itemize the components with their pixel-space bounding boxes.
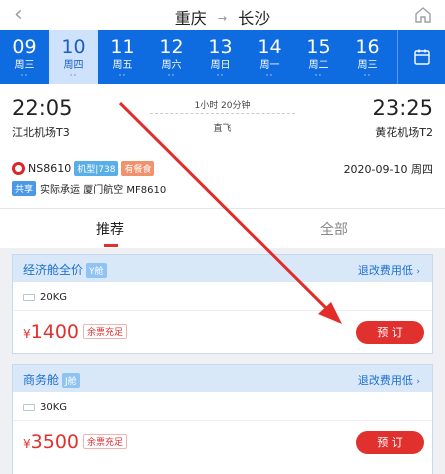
date-item-3[interactable]: 12 周六 ·· [147, 30, 196, 84]
date-dots: ·· [314, 71, 323, 81]
flight-date: 2020-09-10 周四 [343, 163, 433, 176]
date-day: 12 [159, 36, 184, 58]
baggage-info: 30KG [23, 402, 67, 413]
fare-tabs: 推荐 全部 [0, 208, 445, 248]
chevron-right-icon: › [416, 267, 420, 277]
fare-price: ¥3500 余票充足 [23, 431, 128, 453]
meal-tag: 有餐食 [121, 161, 155, 176]
baggage-allowance: 30KG [40, 402, 68, 413]
divider [13, 420, 432, 421]
date-day: 10 [61, 36, 86, 58]
date-dots: ·· [69, 71, 78, 81]
date-dots: ·· [20, 71, 29, 81]
book-button[interactable]: 预 订 [356, 321, 424, 344]
date-day: 14 [257, 36, 282, 58]
stock-badge: 余票充足 [83, 434, 128, 449]
route-line [150, 113, 295, 114]
airline-logo-icon [12, 162, 25, 175]
date-dots: ·· [363, 71, 372, 81]
baggage-icon [23, 404, 35, 411]
refund-rules-link[interactable]: 退改费用低 › [358, 262, 420, 278]
refund-rules-label: 退改费用低 [357, 264, 413, 277]
refund-rules-label: 退改费用低 [357, 374, 413, 387]
fare-card-header: 经济舱全价 Y舱 退改费用低 › [13, 255, 432, 282]
destination-city: 长沙 [238, 9, 271, 28]
fare-card-header: 商务舱 J舱 退改费用低 › [13, 365, 432, 392]
refund-rules-link[interactable]: 退改费用低 › [358, 372, 420, 388]
codeshare-text: 实际承运 厦门航空 MF8610 [40, 185, 167, 196]
cabin-label: 商务舱 [23, 373, 60, 387]
baggage-allowance: 20KG [40, 292, 68, 303]
date-item-7[interactable]: 16 周三 ·· [343, 30, 392, 84]
origin-city: 重庆 [174, 9, 207, 28]
date-day: 15 [306, 36, 331, 58]
fare-price: ¥1400 余票充足 [23, 321, 128, 343]
fare-card-business: 商务舱 J舱 退改费用低 › 30KG ¥3500 余票充足 预 订 [12, 364, 433, 474]
aircraft-tag: 机型|738 [74, 161, 119, 176]
price-value: 3500 [30, 431, 79, 453]
tab-all[interactable]: 全部 [320, 219, 348, 239]
currency-symbol: ¥ [23, 327, 31, 341]
codeshare-row: 共享 实际承运 厦门航空 MF8610 [12, 181, 166, 196]
date-strip: 09 周三 ·· 10 周四 ·· 11 周五 ·· 12 周六 ·· 13 周日 ·· 14 周一 ·… [0, 30, 445, 84]
cabin-label: 经济舱全价 [23, 263, 84, 277]
currency-symbol: ¥ [23, 437, 31, 451]
stock-badge: 余票充足 [83, 324, 128, 339]
date-item-0[interactable]: 09 周三 ·· [0, 30, 49, 84]
baggage-icon [23, 294, 35, 301]
tab-indicator [104, 244, 118, 247]
date-dots: ·· [118, 71, 127, 81]
date-item-2[interactable]: 11 周五 ·· [98, 30, 147, 84]
home-icon[interactable] [413, 5, 433, 25]
date-day: 13 [208, 36, 233, 58]
book-button[interactable]: 预 订 [356, 431, 424, 454]
arrival-airport: 黄花机场T2 [375, 126, 433, 139]
arrival-time: 23:25 [372, 96, 433, 120]
date-dots: ·· [216, 71, 225, 81]
cabin-class-badge: Y舱 [86, 263, 107, 278]
baggage-info: 20KG [23, 292, 67, 303]
date-item-6[interactable]: 15 周二 ·· [294, 30, 343, 84]
date-dots: ·· [265, 71, 274, 81]
chevron-right-icon: › [416, 377, 420, 387]
cabin-class-badge: J舱 [62, 373, 80, 388]
date-item-5[interactable]: 14 周一 ·· [245, 30, 294, 84]
route-arrow-icon: → [217, 12, 228, 25]
tab-recommended[interactable]: 推荐 [96, 219, 124, 239]
date-dots: ·· [167, 71, 176, 81]
flight-number: NS8610 [28, 162, 72, 175]
divider [13, 310, 432, 311]
date-item-1-selected[interactable]: 10 周四 ·· [49, 30, 98, 84]
flight-info-card: 22:05 江北机场T3 1小时 20分钟 直飞 23:25 黄花机场T2 NS… [0, 84, 445, 208]
codeshare-tag: 共享 [12, 181, 37, 196]
calendar-icon [413, 49, 430, 65]
calendar-button[interactable] [397, 30, 445, 84]
cabin-name: 商务舱 J舱 [23, 371, 80, 388]
date-item-4[interactable]: 13 周日 ·· [196, 30, 245, 84]
fare-card-economy: 经济舱全价 Y舱 退改费用低 › 20KG ¥1400 余票充足 预 订 [12, 254, 433, 354]
price-value: 1400 [30, 321, 79, 343]
date-day: 11 [110, 36, 135, 58]
route-title: 重庆 → 长沙 [0, 5, 445, 29]
date-day: 16 [355, 36, 380, 58]
date-day: 09 [12, 36, 37, 58]
cabin-name: 经济舱全价 Y舱 [23, 261, 107, 278]
top-bar: ‹ 重庆 → 长沙 [0, 0, 445, 30]
flight-number-row: NS8610 机型|738 有餐食 [12, 161, 155, 176]
